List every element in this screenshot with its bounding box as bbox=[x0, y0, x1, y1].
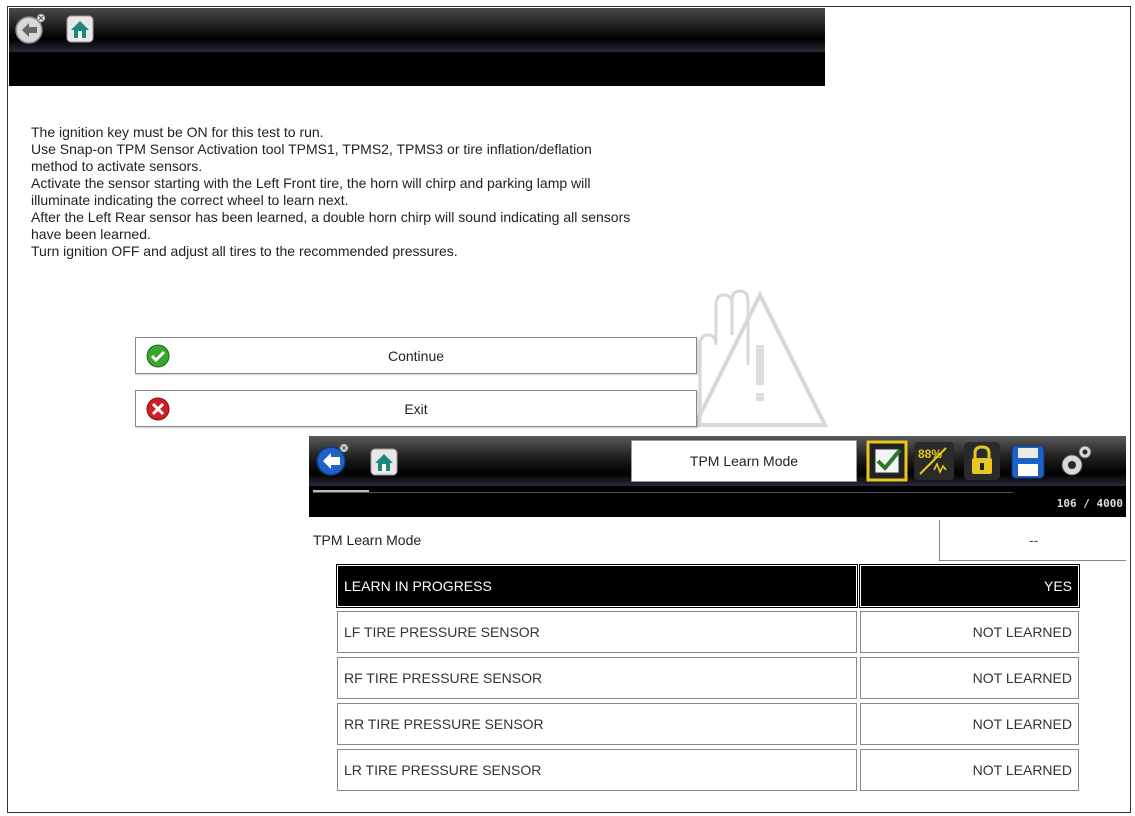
data-home-button[interactable] bbox=[366, 444, 402, 480]
instruction-line: illuminate indicating the correct wheel … bbox=[31, 192, 349, 208]
instruction-line: have been learned. bbox=[31, 226, 151, 242]
continue-label: Continue bbox=[387, 347, 445, 364]
continue-button[interactable]: Continue bbox=[135, 337, 697, 374]
top-toolbar bbox=[9, 8, 825, 52]
battery-label: 88% bbox=[918, 447, 942, 461]
back-arrow-icon bbox=[316, 443, 349, 476]
instruction-line: Activate the sensor starting with the Le… bbox=[31, 175, 591, 191]
instruction-line: The ignition key must be ON for this tes… bbox=[31, 124, 324, 140]
scroll-thumb[interactable] bbox=[313, 490, 369, 492]
table-row[interactable]: LF TIRE PRESSURE SENSOR NOT LEARNED bbox=[337, 611, 1079, 657]
row-name: LR TIRE PRESSURE SENSOR bbox=[337, 749, 857, 791]
row-value: NOT LEARNED bbox=[860, 749, 1079, 791]
instructions-text: The ignition key must be ON for this tes… bbox=[31, 124, 791, 260]
checkbox-icon[interactable] bbox=[866, 440, 908, 482]
top-toolbar-strip bbox=[9, 52, 825, 86]
top-back-button[interactable] bbox=[12, 11, 48, 47]
battery-voltage-icon[interactable]: 88% bbox=[912, 440, 956, 482]
frame-counter: 106 / 4000 bbox=[1056, 497, 1123, 510]
data-toolbar-strip bbox=[309, 486, 1126, 517]
row-divider bbox=[939, 560, 1126, 561]
top-home-button[interactable] bbox=[62, 11, 98, 47]
table-row[interactable]: LR TIRE PRESSURE SENSOR NOT LEARNED bbox=[337, 749, 1079, 795]
table-row[interactable]: RF TIRE PRESSURE SENSOR NOT LEARNED bbox=[337, 657, 1079, 703]
screen-title: TPM Learn Mode bbox=[631, 440, 857, 482]
settings-gear-icon[interactable] bbox=[1054, 440, 1098, 482]
mode-row-value: -- bbox=[1029, 532, 1039, 548]
row-name: LEARN IN PROGRESS bbox=[336, 564, 858, 608]
check-circle-icon bbox=[146, 344, 170, 368]
instruction-line: method to activate sensors. bbox=[31, 158, 203, 174]
mode-row-label: TPM Learn Mode bbox=[313, 532, 422, 548]
instruction-line: Use Snap-on TPM Sensor Activation tool T… bbox=[31, 141, 592, 157]
row-value: NOT LEARNED bbox=[860, 703, 1079, 745]
back-arrow-icon bbox=[15, 13, 46, 44]
save-icon[interactable] bbox=[1008, 440, 1048, 482]
scroll-track bbox=[313, 492, 1013, 493]
mode-row[interactable]: TPM Learn Mode -- bbox=[309, 520, 1126, 562]
lock-icon[interactable] bbox=[962, 440, 1002, 482]
home-icon bbox=[370, 448, 398, 476]
exit-label: Exit bbox=[404, 400, 428, 417]
screen-title-text: TPM Learn Mode bbox=[689, 453, 799, 469]
table-row[interactable]: LEARN IN PROGRESS YES bbox=[336, 564, 1080, 611]
sensor-table: LEARN IN PROGRESS YES LF TIRE PRESSURE S… bbox=[336, 564, 1080, 795]
data-back-button[interactable] bbox=[314, 442, 350, 478]
instruction-line: After the Left Rear sensor has been lear… bbox=[31, 209, 631, 225]
row-value: NOT LEARNED bbox=[860, 611, 1079, 653]
row-value: YES bbox=[859, 564, 1080, 608]
row-value: NOT LEARNED bbox=[860, 657, 1079, 699]
row-name: RR TIRE PRESSURE SENSOR bbox=[337, 703, 857, 745]
home-icon bbox=[66, 15, 94, 43]
row-name: LF TIRE PRESSURE SENSOR bbox=[337, 611, 857, 653]
row-name: RF TIRE PRESSURE SENSOR bbox=[337, 657, 857, 699]
column-divider bbox=[939, 520, 940, 560]
table-row[interactable]: RR TIRE PRESSURE SENSOR NOT LEARNED bbox=[337, 703, 1079, 749]
close-circle-icon bbox=[146, 397, 170, 421]
exit-button[interactable]: Exit bbox=[135, 390, 697, 427]
instruction-line: Turn ignition OFF and adjust all tires t… bbox=[31, 243, 458, 259]
